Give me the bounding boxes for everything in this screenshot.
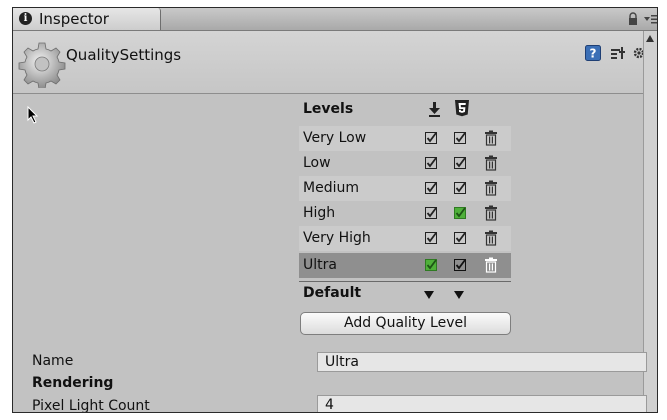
gear-asset-icon bbox=[18, 42, 66, 88]
level-checkbox[interactable] bbox=[425, 207, 437, 219]
level-row-high[interactable]: High bbox=[299, 201, 511, 226]
mouse-cursor-icon bbox=[27, 106, 39, 124]
level-row-ultra[interactable]: Ultra bbox=[299, 253, 511, 278]
level-name: Very Low bbox=[303, 130, 367, 146]
level-checkbox[interactable] bbox=[454, 157, 466, 169]
trash-icon[interactable] bbox=[484, 180, 498, 196]
level-name: Ultra bbox=[303, 257, 337, 273]
svg-text:?: ? bbox=[590, 47, 597, 61]
level-row-low[interactable]: Low bbox=[299, 151, 511, 176]
levels-divider bbox=[299, 281, 511, 282]
asset-title: QualitySettings bbox=[66, 46, 182, 64]
default-dropdown-arrow-icon[interactable] bbox=[454, 291, 464, 299]
trash-icon[interactable] bbox=[484, 130, 498, 146]
pixel-light-count-label: Pixel Light Count bbox=[32, 398, 150, 413]
trash-icon[interactable] bbox=[484, 230, 498, 246]
add-quality-level-button[interactable]: Add Quality Level bbox=[300, 312, 511, 335]
preset-icon[interactable] bbox=[610, 45, 626, 61]
level-checkbox[interactable] bbox=[425, 157, 437, 169]
inspector-window: i Inspector QualitySettings ? Levels Ver… bbox=[12, 7, 658, 413]
level-checkbox[interactable] bbox=[454, 132, 466, 144]
name-label: Name bbox=[32, 353, 74, 369]
name-field[interactable]: Ultra bbox=[317, 352, 647, 372]
help-icon[interactable]: ? bbox=[585, 45, 601, 61]
level-name: Low bbox=[303, 155, 331, 171]
level-row-very-low[interactable]: Very Low bbox=[299, 126, 511, 151]
tab-bar: i Inspector bbox=[13, 8, 657, 31]
level-checkbox-default[interactable] bbox=[454, 207, 466, 219]
info-icon: i bbox=[19, 12, 32, 25]
rendering-heading: Rendering bbox=[32, 375, 114, 391]
tab-menu-icon[interactable] bbox=[643, 12, 657, 26]
level-row-medium[interactable]: Medium bbox=[299, 176, 511, 201]
lock-icon[interactable] bbox=[626, 12, 640, 26]
trash-icon[interactable] bbox=[484, 257, 498, 273]
download-icon bbox=[429, 102, 440, 117]
levels-header: Levels bbox=[303, 97, 515, 121]
level-name: Very High bbox=[303, 230, 371, 246]
default-label: Default bbox=[303, 285, 362, 301]
html5-icon bbox=[455, 100, 469, 117]
trash-icon[interactable] bbox=[484, 205, 498, 221]
level-checkbox-default[interactable] bbox=[425, 259, 437, 271]
tab-title: Inspector bbox=[39, 10, 109, 28]
level-name: Medium bbox=[303, 180, 359, 196]
level-checkbox[interactable] bbox=[454, 232, 466, 244]
tab-inspector[interactable]: i Inspector bbox=[13, 8, 161, 30]
levels-title: Levels bbox=[303, 101, 354, 117]
trash-icon[interactable] bbox=[484, 155, 498, 171]
level-checkbox[interactable] bbox=[425, 132, 437, 144]
level-checkbox[interactable] bbox=[454, 182, 466, 194]
default-dropdown-arrow-icon[interactable] bbox=[424, 291, 434, 299]
level-name: High bbox=[303, 205, 336, 221]
level-row-very-high[interactable]: Very High bbox=[299, 226, 511, 251]
level-checkbox[interactable] bbox=[454, 259, 466, 271]
scroll-up-arrow-icon[interactable] bbox=[646, 35, 654, 42]
inspector-header: QualitySettings ? bbox=[13, 31, 657, 124]
pixel-light-count-field[interactable]: 4 bbox=[317, 395, 647, 412]
level-checkbox[interactable] bbox=[425, 232, 437, 244]
level-checkbox[interactable] bbox=[425, 182, 437, 194]
